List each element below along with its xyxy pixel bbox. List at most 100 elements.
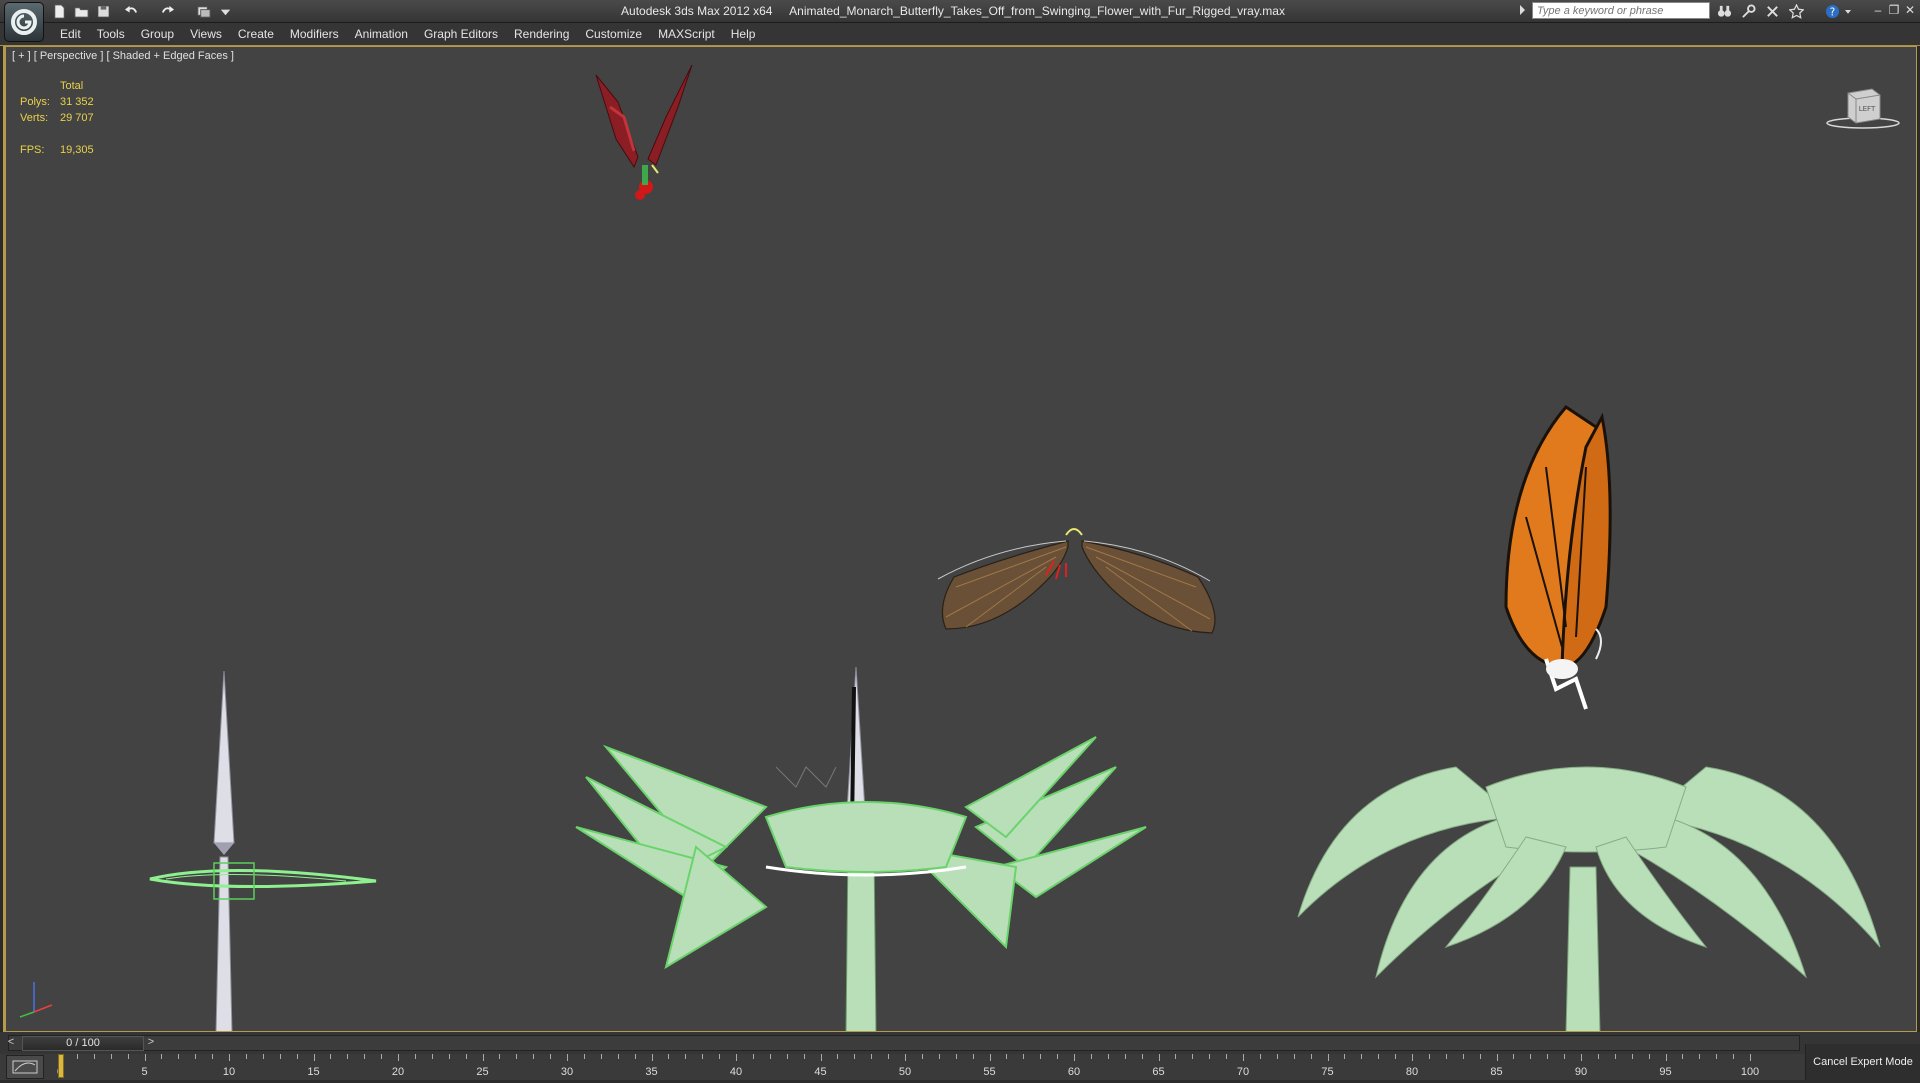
menu-group[interactable]: Group <box>133 23 182 45</box>
track-bar-tick-label: 5 <box>141 1066 148 1078</box>
track-bar-tick <box>1395 1054 1397 1059</box>
communication-center-icon[interactable] <box>1762 2 1782 20</box>
track-bar-tick <box>769 1054 771 1059</box>
help-dropdown-icon[interactable] <box>1842 2 1854 20</box>
time-slider-thumb[interactable]: 0 / 100 <box>22 1036 144 1051</box>
menu-bar: Edit Tools Group Views Create Modifiers … <box>0 23 1920 46</box>
track-bar-tick <box>381 1054 383 1059</box>
stats-verts-value: 29 707 <box>60 112 94 124</box>
search-expand-icon[interactable] <box>1520 5 1525 15</box>
track-bar-tick-label: 50 <box>898 1066 912 1078</box>
binoculars-icon[interactable] <box>1714 2 1734 20</box>
viewport-label[interactable]: [ + ] [ Perspective ] [ Shaded + Edged F… <box>12 50 234 62</box>
track-bar-tick <box>1530 1054 1532 1059</box>
flower-with-monarch-right[interactable] <box>1297 405 1881 1032</box>
menu-modifiers[interactable]: Modifiers <box>282 23 347 45</box>
track-bar-tick-label: 15 <box>307 1066 320 1078</box>
menu-create[interactable]: Create <box>230 23 282 45</box>
track-bar-tick <box>1597 1054 1599 1059</box>
title-bar: Autodesk 3ds Max 2012 x64 Animated_Monar… <box>0 0 1920 23</box>
track-bar-tick <box>1496 1054 1498 1061</box>
open-file-icon[interactable] <box>72 2 90 20</box>
track-bar-tick <box>1090 1054 1092 1059</box>
track-bar-ruler[interactable]: 0510152025303540455055606570758085909510… <box>57 1054 1772 1080</box>
menu-edit[interactable]: Edit <box>52 23 89 45</box>
time-cursor[interactable] <box>58 1054 64 1078</box>
track-bar-tick <box>195 1054 197 1059</box>
menu-animation[interactable]: Animation <box>347 23 416 45</box>
track-bar-tick <box>1276 1054 1278 1059</box>
butterfly-rig-top[interactable] <box>595 64 693 200</box>
track-bar-tick <box>347 1054 349 1059</box>
track-bar-tick <box>786 1054 788 1059</box>
track-bar-tick <box>1226 1054 1228 1059</box>
search-input[interactable] <box>1532 2 1710 19</box>
stats-fps-value: 19,305 <box>60 144 94 156</box>
track-bar-tick <box>955 1054 957 1059</box>
track-bar-tick <box>482 1054 484 1061</box>
quick-access-dropdown-icon[interactable] <box>216 2 234 20</box>
track-bar-tick <box>1428 1054 1430 1059</box>
track-bar-tick <box>905 1054 906 1061</box>
scene-render[interactable] <box>6 47 1917 1032</box>
menu-rendering[interactable]: Rendering <box>506 23 577 45</box>
restore-button[interactable]: ❐ <box>1886 1 1902 19</box>
favorites-star-icon[interactable] <box>1786 2 1806 20</box>
viewcube-face-label: LEFT <box>1859 105 1876 113</box>
track-bar-tick <box>972 1054 974 1059</box>
track-bar-tick <box>685 1054 687 1059</box>
track-bar-tick <box>1158 1054 1160 1061</box>
track-bar-tick <box>871 1054 873 1059</box>
track-bar-tick <box>533 1054 535 1059</box>
viewcube-icon[interactable]: LEFT <box>1824 85 1902 131</box>
time-slider-next-button[interactable]: > <box>144 1035 158 1049</box>
track-bar-tick <box>634 1054 636 1059</box>
track-bar-tick <box>1564 1054 1566 1059</box>
track-bar-tick <box>127 1054 129 1059</box>
cancel-expert-mode-button[interactable]: Cancel Expert Mode <box>1805 1044 1920 1080</box>
butterfly-wireframe-mid[interactable] <box>937 528 1216 634</box>
track-bar-tick <box>1378 1054 1380 1059</box>
track-bar-tick <box>600 1054 602 1059</box>
track-bar-tick-label: 10 <box>222 1066 236 1078</box>
flower-stem-left[interactable] <box>149 670 377 1032</box>
track-bar-tick <box>364 1054 366 1059</box>
menu-tools[interactable]: Tools <box>89 23 133 45</box>
project-folder-icon[interactable] <box>194 2 212 20</box>
subscription-icon[interactable] <box>1738 2 1758 20</box>
menu-views[interactable]: Views <box>182 23 230 45</box>
help-icon[interactable]: ? <box>1822 2 1842 20</box>
track-bar[interactable]: 0510152025303540455055606570758085909510… <box>0 1054 1920 1080</box>
track-bar-tick <box>1006 1054 1008 1059</box>
flower-wireframe-mid[interactable] <box>575 666 1147 1032</box>
track-bar-tick <box>1445 1054 1447 1059</box>
track-bar-tick <box>702 1054 704 1059</box>
menu-maxscript[interactable]: MAXScript <box>650 23 723 45</box>
track-bar-tick <box>1209 1054 1211 1059</box>
menu-help[interactable]: Help <box>723 23 764 45</box>
perspective-viewport[interactable]: [ + ] [ Perspective ] [ Shaded + Edged F… <box>3 46 1917 1032</box>
track-bar-tick-label: 45 <box>814 1066 827 1078</box>
track-bar-tick <box>1750 1054 1751 1061</box>
close-button[interactable]: ✕ <box>1902 1 1918 19</box>
time-slider-prev-button[interactable]: < <box>4 1035 18 1049</box>
stats-polys-row: Polys: 31 352 <box>20 96 140 112</box>
time-slider-track[interactable] <box>8 1035 1800 1051</box>
file-name: Animated_Monarch_Butterfly_Takes_Off_fro… <box>789 4 1285 18</box>
undo-icon[interactable] <box>122 2 140 20</box>
minimize-button[interactable]: – <box>1870 1 1886 19</box>
menu-customize[interactable]: Customize <box>577 23 650 45</box>
track-bar-tick <box>803 1054 805 1059</box>
application-menu-button[interactable] <box>4 2 44 42</box>
menu-graph-editors[interactable]: Graph Editors <box>416 23 506 45</box>
new-file-icon[interactable] <box>50 2 68 20</box>
redo-icon[interactable] <box>158 2 176 20</box>
open-mini-curve-editor-icon[interactable] <box>6 1055 44 1079</box>
track-bar-tick <box>550 1054 552 1059</box>
track-bar-tick <box>1462 1054 1464 1059</box>
track-bar-tick <box>398 1054 399 1061</box>
track-bar-tick <box>820 1054 822 1061</box>
save-file-icon[interactable] <box>94 2 112 20</box>
menu-items: Edit Tools Group Views Create Modifiers … <box>52 23 763 45</box>
track-bar-tick-label: 90 <box>1574 1066 1588 1078</box>
